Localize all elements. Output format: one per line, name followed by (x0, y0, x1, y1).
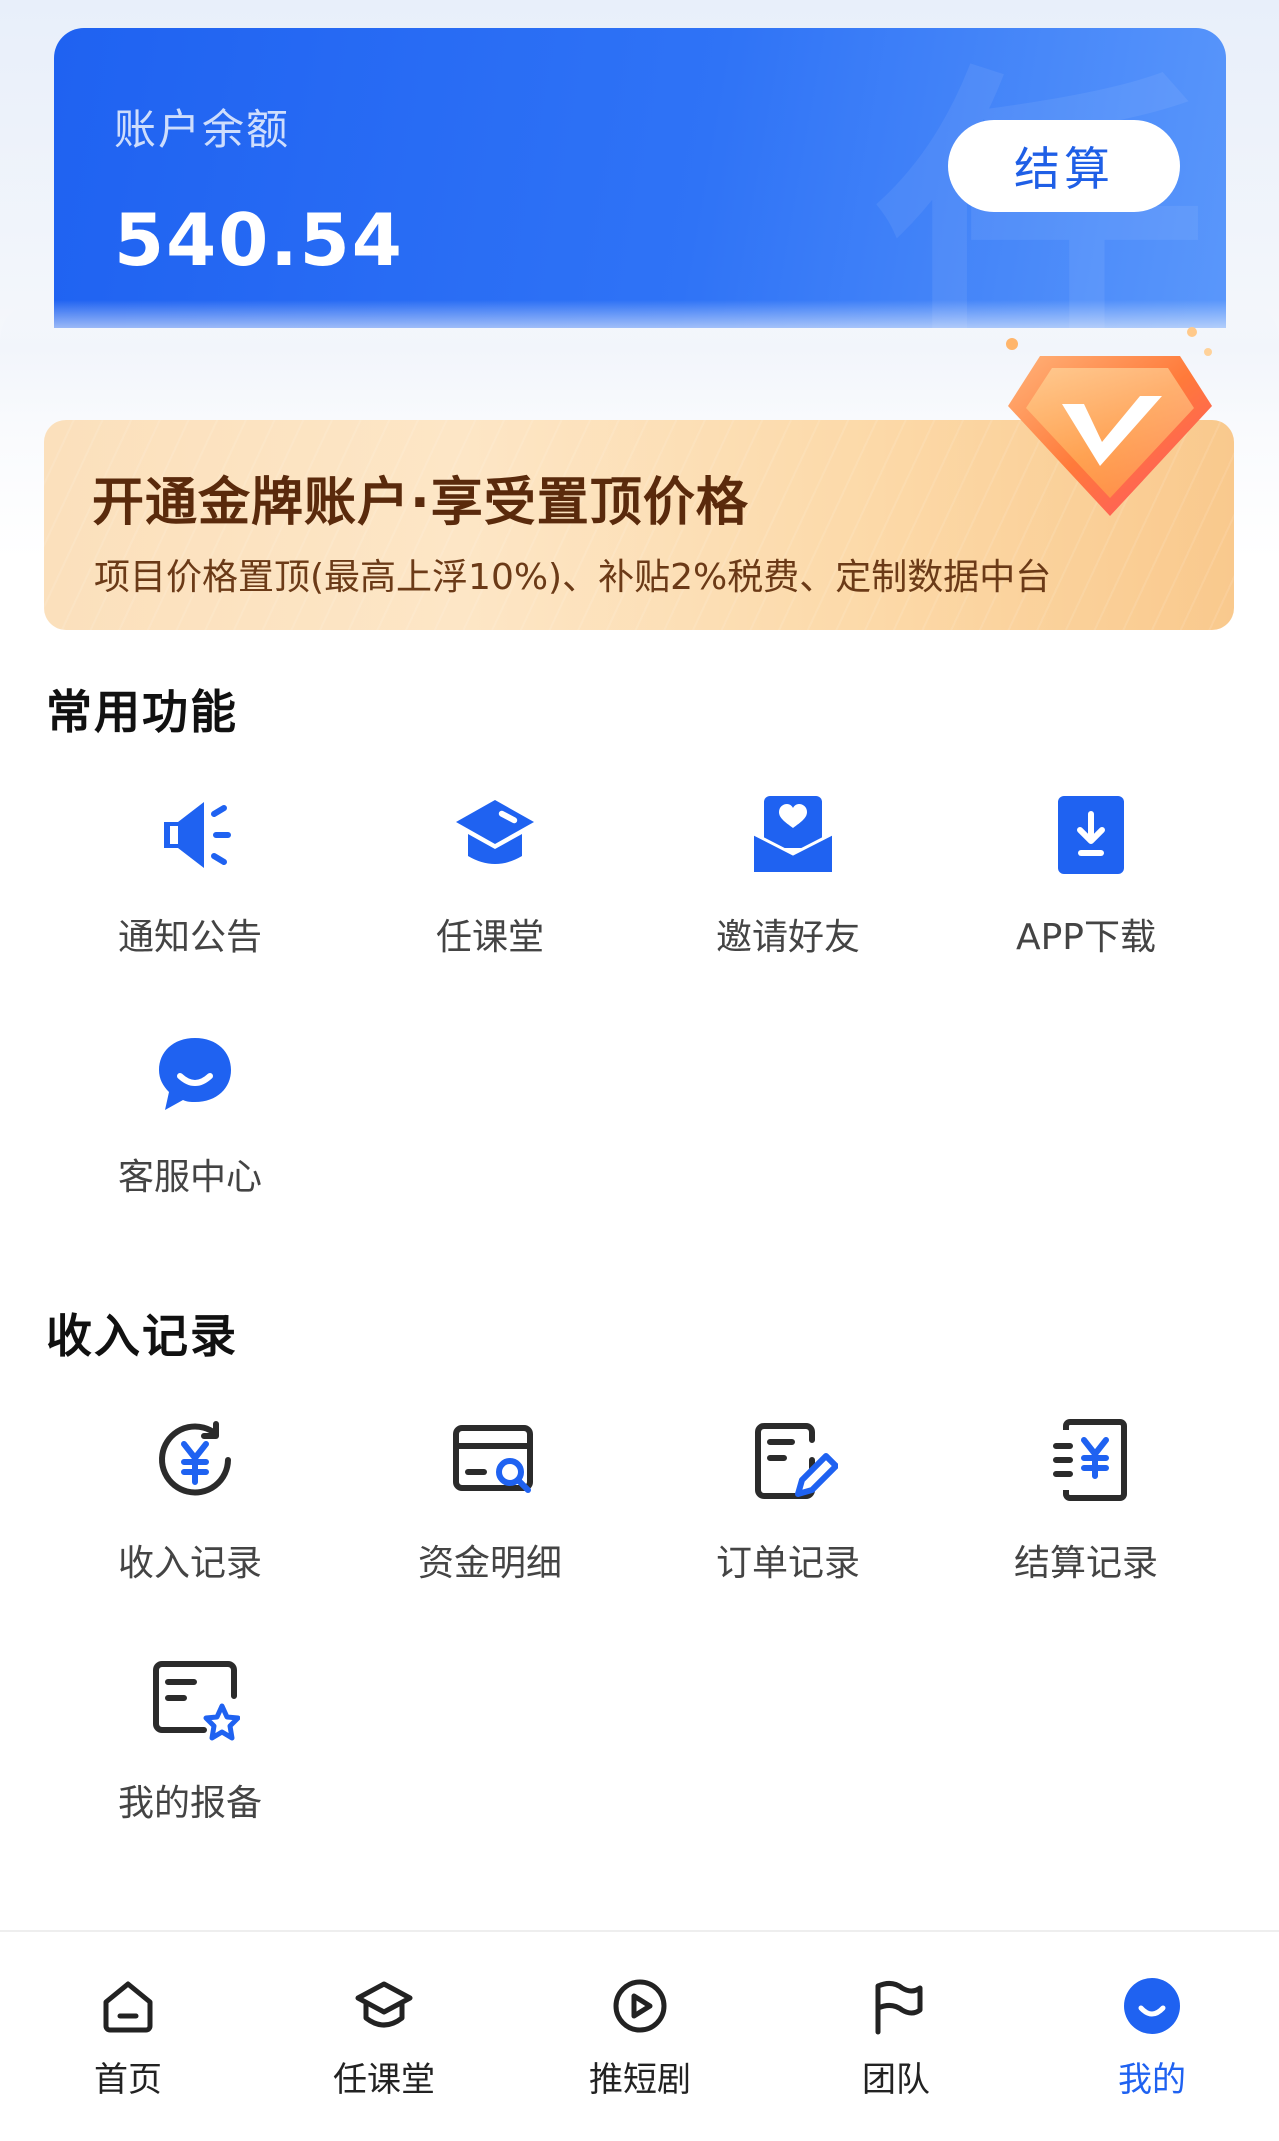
yuan-refresh-icon (159, 1421, 231, 1496)
yuan-receipt-icon (1053, 1419, 1127, 1501)
grid-item-label: 邀请好友 (715, 917, 860, 958)
balance-label: 账户余额 (114, 105, 291, 154)
nav-item-team[interactable]: 团队 (796, 1950, 996, 2120)
balance-card: 任 账户余额 540.54 结算 (54, 28, 1226, 328)
grid-item-label: 订单记录 (715, 1543, 860, 1584)
download-icon (1058, 796, 1124, 874)
grid-item-label: 通知公告 (117, 917, 262, 958)
flag-icon (875, 1980, 923, 2035)
profile-icon (1124, 1978, 1180, 2034)
grid-item-label: 我的报备 (117, 1783, 262, 1824)
nav-item-mine[interactable]: 我的 (1052, 1950, 1252, 2120)
grid-item-notice[interactable]: 通知公告 (40, 790, 340, 990)
grid-item-fund-detail[interactable]: 资金明细 (340, 1416, 640, 1616)
grid-item-label: 结算记录 (1013, 1543, 1158, 1584)
nav-label: 团队 (862, 2060, 930, 2100)
grid-item-customer-service[interactable]: 客服中心 (40, 1030, 340, 1230)
grid-item-label: APP下载 (1015, 917, 1157, 958)
home-icon (103, 1981, 153, 2033)
grid-item-settlement-record[interactable]: 结算记录 (936, 1416, 1236, 1616)
gold-v-badge-icon (1006, 327, 1212, 516)
nav-label: 我的 (1118, 2060, 1186, 2100)
settle-button[interactable]: 结算 (948, 120, 1180, 212)
play-icon (613, 1979, 667, 2033)
card-star-icon (153, 1661, 240, 1741)
document-edit-icon (755, 1423, 838, 1499)
nav-item-course[interactable]: 任课堂 (284, 1950, 484, 2120)
grid-item-label: 资金明细 (417, 1543, 562, 1584)
grid-item-order-record[interactable]: 订单记录 (638, 1416, 938, 1616)
income-records-title: 收入记录 (46, 1309, 238, 1363)
grid-item-income-record[interactable]: 收入记录 (40, 1416, 340, 1616)
grid-item-label: 客服中心 (117, 1157, 262, 1198)
customer-service-icon (159, 1038, 231, 1110)
grid-item-course[interactable]: 任课堂 (340, 790, 640, 990)
grid-item-app-download[interactable]: APP下载 (936, 790, 1236, 990)
card-search-icon (453, 1425, 533, 1493)
nav-label: 任课堂 (333, 2060, 435, 2100)
nav-label: 推短剧 (589, 2060, 691, 2100)
nav-item-home[interactable]: 首页 (28, 1950, 228, 2120)
banner-subtitle: 项目价格置顶(最高上浮10%)、补贴2%税费、定制数据中台 (94, 557, 1052, 598)
graduation-cap-icon (456, 800, 534, 864)
invite-envelope-icon (753, 796, 833, 872)
grid-item-label: 收入记录 (117, 1543, 262, 1584)
megaphone-icon (164, 802, 231, 868)
nav-label: 首页 (94, 2060, 162, 2100)
common-functions-title: 常用功能 (46, 685, 238, 739)
balance-value: 540.54 (114, 198, 404, 282)
grid-item-my-report[interactable]: 我的报备 (40, 1656, 340, 1856)
grid-item-label: 任课堂 (435, 917, 544, 958)
nav-item-short-drama[interactable]: 推短剧 (540, 1950, 740, 2120)
banner-title: 开通金牌账户·享受置顶价格 (92, 473, 749, 533)
course-icon (355, 1981, 413, 2028)
bottom-navigation: 首页 任课堂 推短剧 团队 我的 (0, 1930, 1279, 2141)
grid-item-invite[interactable]: 邀请好友 (638, 790, 938, 990)
